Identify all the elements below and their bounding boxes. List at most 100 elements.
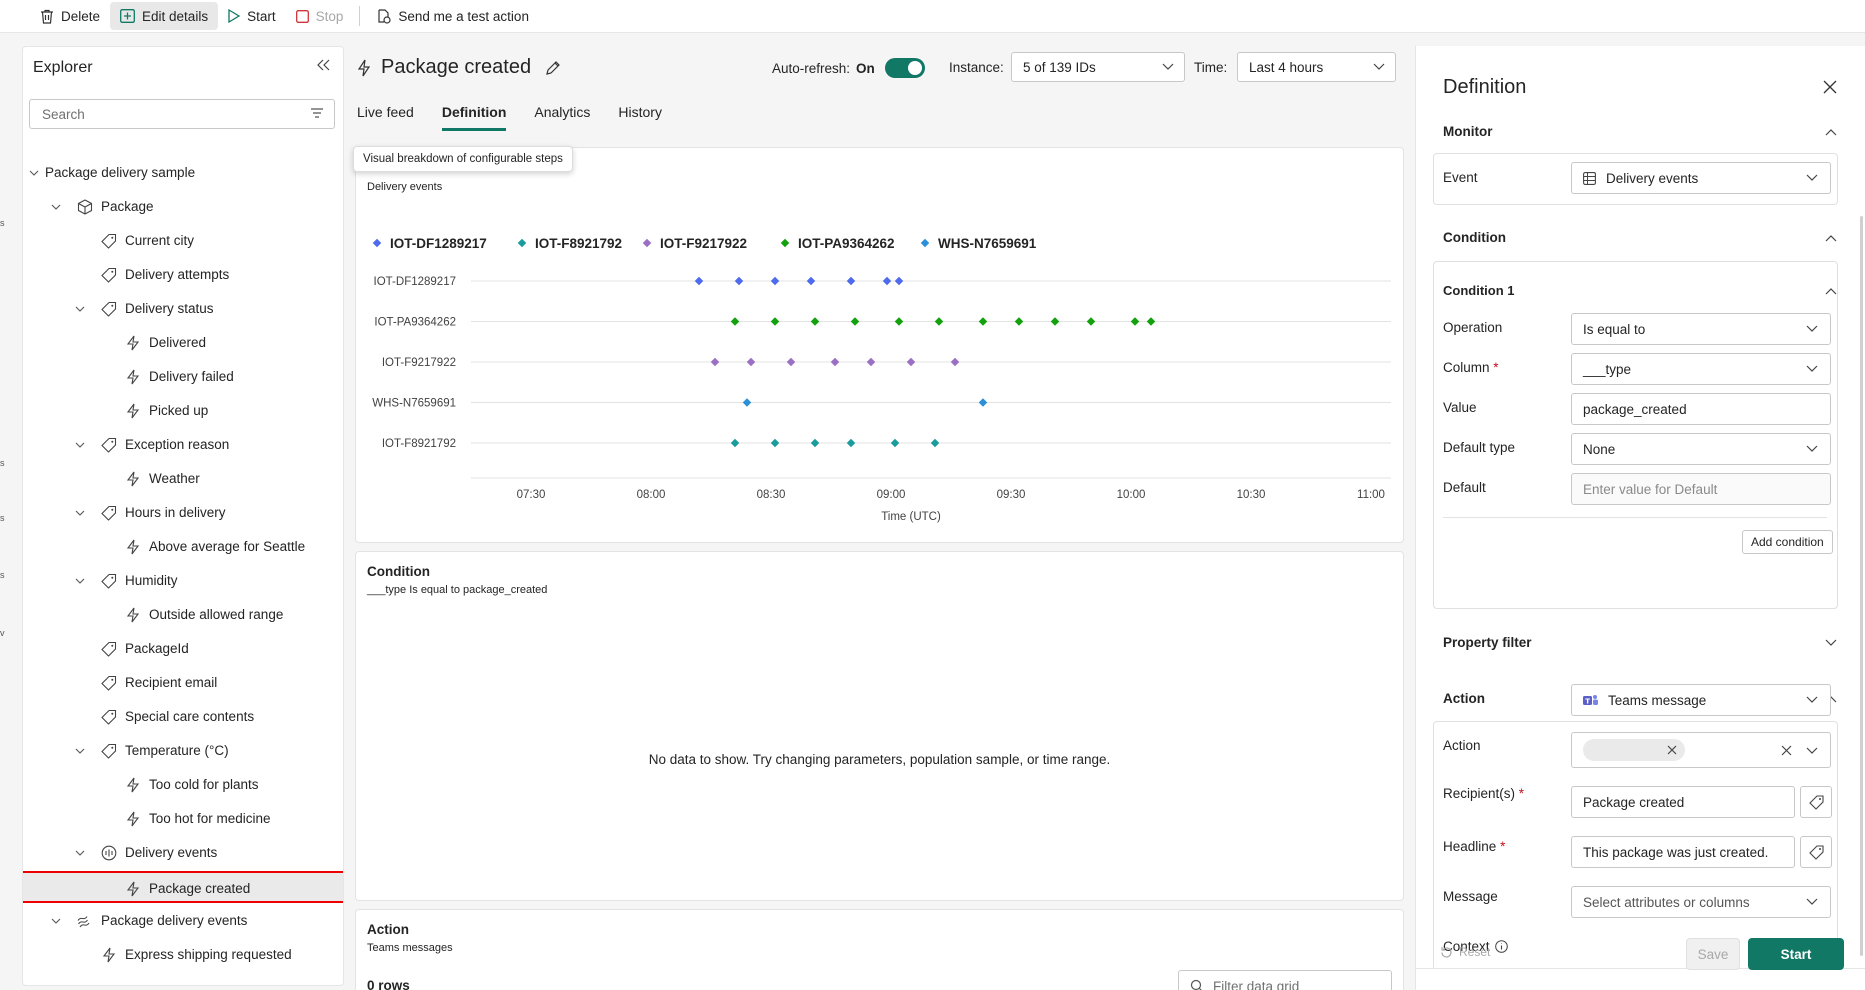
- remove-recipient-icon[interactable]: [1667, 745, 1677, 755]
- flash-icon: [126, 777, 140, 793]
- condition1-title[interactable]: Condition 1: [1443, 283, 1515, 298]
- tree-item[interactable]: Exception reason: [23, 429, 343, 461]
- data-point: [1050, 317, 1060, 326]
- column-select[interactable]: ___type: [1571, 353, 1831, 385]
- tree-item[interactable]: Delivery attempts: [23, 259, 343, 291]
- tree-item[interactable]: Delivered: [23, 327, 343, 359]
- default-input[interactable]: Enter value for Default: [1571, 473, 1831, 505]
- tree-item[interactable]: Package: [23, 191, 343, 223]
- chevron-down-icon[interactable]: [29, 168, 39, 178]
- add-condition-button[interactable]: Add condition: [1742, 530, 1833, 554]
- tree-item[interactable]: Delivery events: [23, 837, 343, 869]
- chevron-up-icon[interactable]: [1825, 128, 1837, 136]
- tab-analytics[interactable]: Analytics: [534, 104, 590, 131]
- reset-button[interactable]: Reset: [1440, 945, 1490, 959]
- event-select[interactable]: Delivery events: [1571, 162, 1831, 194]
- explorer-title: Explorer: [33, 59, 93, 76]
- tree-item[interactable]: Too cold for plants: [23, 769, 343, 801]
- tree-item[interactable]: Recipient email: [23, 667, 343, 699]
- required-marker: *: [1518, 786, 1525, 801]
- chevron-down-icon[interactable]: [51, 916, 61, 926]
- time-select[interactable]: Last 4 hours: [1237, 52, 1396, 82]
- tree-item-label: Above average for Seattle: [149, 539, 306, 554]
- clear-icon[interactable]: [1781, 745, 1792, 756]
- start-rule-button[interactable]: Start: [1748, 938, 1844, 970]
- tree-item[interactable]: Express shipping requested: [23, 939, 343, 971]
- tab-history[interactable]: History: [618, 104, 662, 131]
- tree-item[interactable]: PackageId: [23, 633, 343, 665]
- tree-item-label: Package: [101, 199, 154, 214]
- tree-item[interactable]: Humidity: [23, 565, 343, 597]
- start-button[interactable]: Start: [218, 2, 286, 30]
- instance-select[interactable]: 5 of 139 IDs: [1011, 52, 1185, 82]
- tree-item[interactable]: Current city: [23, 225, 343, 257]
- tree-item[interactable]: Picked up: [23, 395, 343, 427]
- headline-tag-button[interactable]: [1800, 786, 1832, 818]
- chevron-down-icon[interactable]: [75, 440, 85, 450]
- tree-item[interactable]: Temperature (°C): [23, 735, 343, 767]
- tree-item[interactable]: Package delivery events: [23, 905, 343, 937]
- tab-live-feed[interactable]: Live feed: [357, 104, 414, 131]
- data-point: [1086, 317, 1096, 326]
- tree-item[interactable]: Weather: [23, 463, 343, 495]
- auto-refresh-toggle[interactable]: [884, 58, 925, 78]
- filter-icon[interactable]: [310, 107, 324, 119]
- toolbar-divider: [359, 6, 361, 26]
- tag-icon: [101, 675, 117, 691]
- condition-card-title: Condition: [367, 564, 430, 579]
- close-icon[interactable]: [1823, 80, 1837, 94]
- tree-item[interactable]: Package created: [23, 871, 343, 903]
- chevron-up-icon[interactable]: [1825, 287, 1837, 295]
- chevron-down-icon[interactable]: [75, 576, 85, 586]
- save-button[interactable]: Save: [1686, 938, 1740, 970]
- chevron-down-icon[interactable]: [51, 202, 61, 212]
- stop-button[interactable]: Stop: [286, 2, 354, 30]
- trash-icon: [41, 9, 53, 24]
- table-icon: [1583, 171, 1596, 185]
- value-input[interactable]: package_created: [1571, 393, 1831, 425]
- tree-item[interactable]: Outside allowed range: [23, 599, 343, 631]
- edit-details-button[interactable]: Edit details: [110, 2, 219, 30]
- scrollbar[interactable]: [1860, 216, 1863, 956]
- explorer-search-input[interactable]: Search: [29, 99, 335, 129]
- tree-item[interactable]: Above average for Seattle: [23, 531, 343, 563]
- context-select[interactable]: Select attributes or columns: [1571, 886, 1831, 918]
- chevron-down-icon[interactable]: [1825, 639, 1837, 647]
- action-select[interactable]: T Teams message: [1571, 684, 1831, 716]
- chevron-down-icon[interactable]: [75, 508, 85, 518]
- tab-definition[interactable]: Definition: [441, 104, 507, 131]
- recipients-input[interactable]: [1571, 732, 1831, 768]
- action-section-header[interactable]: Action: [1443, 691, 1485, 706]
- message-tag-button[interactable]: [1800, 836, 1832, 868]
- pencil-icon[interactable]: [545, 60, 561, 76]
- required-marker: *: [1493, 360, 1499, 375]
- chevron-up-icon[interactable]: [1825, 234, 1837, 242]
- chevron-down-icon[interactable]: [75, 848, 85, 858]
- tree-item-label: Temperature (°C): [125, 743, 229, 758]
- info-icon[interactable]: [1494, 940, 1508, 953]
- chevron-down-icon[interactable]: [75, 304, 85, 314]
- auto-refresh-value: On: [856, 60, 875, 76]
- send-test-action-button[interactable]: Send me a test action: [366, 2, 539, 30]
- monitor-section-header[interactable]: Monitor: [1443, 124, 1493, 139]
- tree-item[interactable]: Package delivery sample: [23, 157, 343, 189]
- tree-item[interactable]: Too hot for medicine: [23, 803, 343, 835]
- condition-section-header[interactable]: Condition: [1443, 230, 1506, 245]
- tree-item[interactable]: Hours in delivery: [23, 497, 343, 529]
- edge-fragment: s: [0, 218, 5, 228]
- collapse-pane-icon[interactable]: [317, 59, 331, 71]
- filter-data-grid-input[interactable]: Filter data grid: [1178, 970, 1392, 990]
- message-input[interactable]: This package was just created.: [1571, 836, 1795, 868]
- tree-item[interactable]: Special care contents: [23, 701, 343, 733]
- headline-input[interactable]: Package created: [1571, 786, 1795, 818]
- tree-item[interactable]: Delivery status: [23, 293, 343, 325]
- property-filter-section-header[interactable]: Property filter: [1443, 635, 1532, 650]
- tree-item[interactable]: Delivery failed: [23, 361, 343, 393]
- divider: [1443, 517, 1827, 518]
- default-type-select[interactable]: None: [1571, 433, 1831, 465]
- chevron-down-icon[interactable]: [75, 746, 85, 756]
- operation-select[interactable]: Is equal to: [1571, 313, 1831, 345]
- x-tick-label: 09:00: [877, 489, 906, 501]
- delete-button[interactable]: Delete: [30, 2, 110, 30]
- recipient-chip[interactable]: [1583, 739, 1685, 761]
